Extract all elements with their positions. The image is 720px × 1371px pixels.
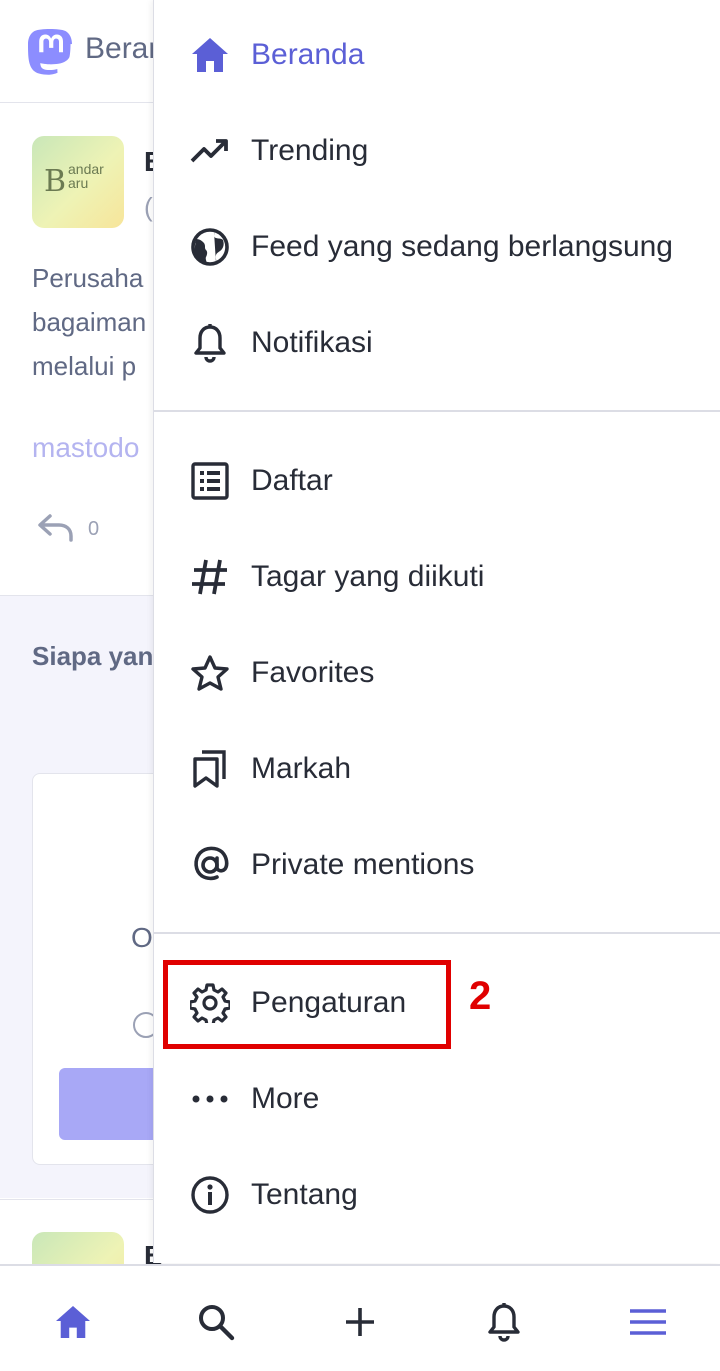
menu-item-label: Daftar [251,464,333,497]
bottom-tab-bar [0,1264,720,1371]
menu-item-label: Markah [251,752,352,785]
menu-item-label: Notifikasi [251,326,373,359]
menu-item-label: Tentang [251,1178,358,1211]
menu-item-label: Pengaturan [251,986,407,1019]
tab-compose[interactable] [338,1300,382,1344]
menu-item-tentang[interactable]: Tentang [154,1147,720,1243]
tab-home[interactable] [51,1300,95,1344]
bookmark-icon [188,749,232,789]
menu-item-label: Private mentions [251,848,475,881]
post-author-handle: ( [144,192,153,222]
menu-item-trending[interactable]: Trending [154,103,720,199]
avatar-sub-text: andar aru [68,161,104,191]
navigation-drawer: Beranda Trending Feed yang sedang berlan… [153,0,720,1263]
at-icon [188,845,232,885]
menu-item-daftar[interactable]: Daftar [154,433,720,529]
menu-icon [630,1309,666,1335]
menu-item-feed-berlangsung[interactable]: Feed yang sedang berlangsung [154,199,720,295]
compose-icon [346,1308,374,1336]
home-icon [56,1305,90,1339]
suggestion-name: O [131,922,153,953]
tab-menu[interactable] [626,1300,670,1344]
home-icon [188,35,232,75]
more-icon [188,1079,232,1119]
menu-item-more[interactable]: More [154,1051,720,1147]
menu-divider [154,410,720,412]
menu-divider [154,932,720,934]
menu-item-markah[interactable]: Markah [154,721,720,817]
avatar[interactable]: B andar aru [32,136,124,228]
menu-item-pengaturan[interactable]: Pengaturan [154,955,720,1051]
menu-item-label: More [251,1082,320,1115]
tab-search[interactable] [194,1300,238,1344]
search-icon [199,1305,235,1341]
info-icon [188,1175,232,1215]
menu-item-label: Feed yang sedang berlangsung [251,230,673,263]
star-icon [188,653,232,693]
globe-icon [188,227,232,267]
gear-icon [188,983,232,1023]
hashtag-icon [188,557,232,597]
menu-item-tagar[interactable]: Tagar yang diikuti [154,529,720,625]
menu-item-label: Trending [251,134,369,167]
avatar-letter: B [44,164,67,199]
tab-notifications[interactable] [482,1300,526,1344]
notifications-icon [488,1303,520,1342]
menu-item-label: Beranda [251,38,365,71]
reply-icon[interactable] [36,512,76,544]
menu-item-private-mentions[interactable]: Private mentions [154,817,720,913]
trending-icon [188,131,232,171]
list-icon [188,461,232,501]
menu-item-label: Favorites [251,656,375,689]
menu-item-beranda[interactable]: Beranda [154,7,720,103]
step-number: 2 [469,974,492,1018]
mastodon-logo-icon[interactable] [26,28,74,78]
menu-item-label: Tagar yang diikuti [251,560,485,593]
reply-count: 0 [88,518,100,540]
menu-item-notifikasi[interactable]: Notifikasi [154,295,720,391]
menu-item-favorites[interactable]: Favorites [154,625,720,721]
post-link[interactable]: mastodo [32,432,139,464]
bell-icon [188,323,232,363]
